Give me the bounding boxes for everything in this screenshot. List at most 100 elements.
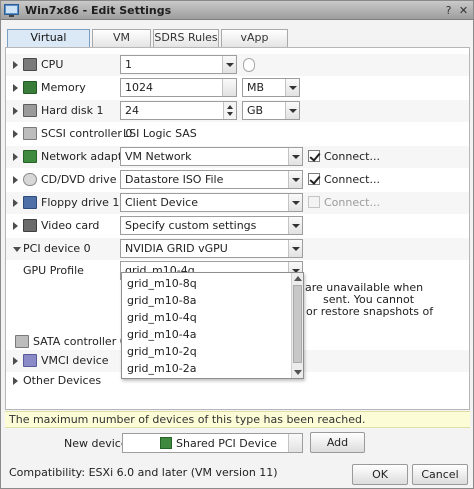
cd-dvd-label: CD/DVD drive 1	[41, 173, 127, 186]
expand-caret-icon[interactable]	[13, 377, 18, 385]
hard-disk-icon	[23, 104, 37, 117]
cd-dvd-connect-label: Connect...	[324, 173, 380, 186]
help-icon[interactable]: ?	[442, 4, 455, 17]
tab-sdrs-rules[interactable]: SDRS Rules	[153, 29, 219, 47]
memory-unit: MB	[247, 81, 265, 94]
new-device-select[interactable]: Shared PCI Device	[122, 433, 303, 453]
gpu-profile-option[interactable]: grid_m10-4q	[123, 309, 291, 326]
hard-disk-value: 24	[125, 104, 139, 117]
expand-caret-icon[interactable]	[13, 130, 18, 138]
cpu-row: CPU 1	[6, 54, 469, 76]
chevron-down-icon[interactable]	[288, 217, 302, 234]
vmci-device-label: VMCI device	[41, 354, 109, 367]
expand-caret-icon[interactable]	[13, 107, 18, 115]
memory-input[interactable]: 1024	[120, 78, 237, 97]
pci-device-select[interactable]: NVIDIA GRID vGPU	[120, 239, 303, 258]
gpu-profile-option[interactable]: grid_m10-2a	[123, 360, 291, 377]
floppy-connect-checkbox[interactable]	[308, 196, 320, 208]
new-device-value: Shared PCI Device	[176, 437, 277, 450]
scsi-controller-row: SCSI controller 0 LSI Logic SAS	[6, 123, 469, 145]
chevron-down-icon[interactable]	[222, 79, 236, 96]
pci-device-row: PCI device 0 NVIDIA GRID vGPU	[6, 238, 469, 260]
compatibility-text: Compatibility: ESXi 6.0 and later (VM ve…	[9, 466, 278, 479]
video-select[interactable]: Specify custom settings	[120, 216, 303, 235]
dropdown-scrollbar[interactable]	[291, 273, 303, 378]
pci-device-label: PCI device 0	[23, 242, 91, 255]
scroll-up-icon[interactable]	[294, 276, 302, 281]
video-value: Specify custom settings	[125, 219, 257, 232]
vmci-device-icon	[23, 354, 37, 367]
cpu-select[interactable]: 1	[120, 55, 237, 74]
cpu-icon	[23, 58, 37, 71]
chevron-down-icon[interactable]	[288, 240, 302, 257]
cd-dvd-row: CD/DVD drive 1 Datastore ISO File Connec…	[6, 169, 469, 191]
hard-disk-label: Hard disk 1	[41, 104, 104, 117]
network-connect-label: Connect...	[324, 150, 380, 163]
gpu-profile-option[interactable]: grid_m10-4a	[123, 326, 291, 343]
video-card-icon	[23, 219, 37, 232]
gpu-profile-option[interactable]: grid_m10-2q	[123, 343, 291, 360]
chevron-down-icon[interactable]	[288, 434, 302, 452]
hard-disk-row: Hard disk 1 24 GB	[6, 100, 469, 122]
sata-controller-icon	[15, 335, 29, 348]
info-icon[interactable]	[243, 58, 255, 72]
expand-caret-icon[interactable]	[13, 84, 18, 92]
gpu-note-line-3: or restore snapshots of	[306, 305, 434, 318]
network-select[interactable]: VM Network	[120, 147, 303, 166]
chevron-down-icon[interactable]	[222, 56, 236, 73]
cd-dvd-select[interactable]: Datastore ISO File	[120, 170, 303, 189]
expand-caret-icon[interactable]	[13, 199, 18, 207]
floppy-connect-label: Connect...	[324, 196, 380, 209]
tab-virtual-hardware[interactable]: Virtual Hardware	[7, 29, 90, 60]
chevron-down-icon[interactable]	[288, 148, 302, 165]
expand-caret-icon[interactable]	[13, 357, 18, 365]
hard-disk-unit-select[interactable]: GB	[242, 101, 300, 120]
gpu-profile-option[interactable]: grid_m10-8q	[123, 275, 291, 292]
gpu-profile-option[interactable]: grid_m10-8a	[123, 292, 291, 309]
close-icon[interactable]: ✕	[457, 4, 470, 17]
floppy-value: Client Device	[125, 196, 198, 209]
floppy-drive-label: Floppy drive 1	[41, 196, 120, 209]
max-devices-message: The maximum number of devices of this ty…	[5, 411, 470, 428]
hard-disk-size-input[interactable]: 24	[120, 101, 237, 120]
expand-caret-icon[interactable]	[13, 153, 18, 161]
chevron-down-icon[interactable]	[285, 102, 299, 119]
network-connect-checkbox[interactable]	[308, 150, 320, 162]
floppy-select[interactable]: Client Device	[120, 193, 303, 212]
scsi-controller-label: SCSI controller 0	[41, 127, 133, 140]
cd-dvd-icon	[23, 173, 37, 186]
hard-disk-unit: GB	[247, 104, 264, 117]
memory-label: Memory	[41, 81, 86, 94]
network-value: VM Network	[125, 150, 192, 163]
chevron-down-icon[interactable]	[285, 79, 299, 96]
cancel-button[interactable]: Cancel	[412, 464, 468, 485]
collapse-caret-icon[interactable]	[13, 247, 21, 252]
floppy-drive-row: Floppy drive 1 Client Device Connect...	[6, 192, 469, 214]
cd-dvd-value: Datastore ISO File	[125, 173, 224, 186]
cpu-value: 1	[125, 58, 132, 71]
scroll-thumb[interactable]	[293, 285, 302, 363]
gpu-profile-dropdown-list[interactable]: grid_m10-8q grid_m10-8a grid_m10-4q grid…	[121, 272, 304, 379]
dialog-title: Win7x86 - Edit Settings	[25, 4, 172, 17]
expand-caret-icon[interactable]	[13, 222, 18, 230]
memory-unit-select[interactable]: MB	[242, 78, 300, 97]
expand-caret-icon[interactable]	[13, 176, 18, 184]
ok-button[interactable]: OK	[352, 464, 408, 485]
video-card-row: Video card Specify custom settings	[6, 215, 469, 237]
vm-icon	[4, 4, 19, 17]
network-adapter-icon	[23, 150, 37, 163]
tab-vm-options[interactable]: VM Options	[92, 29, 151, 60]
scroll-down-icon[interactable]	[294, 370, 302, 375]
cd-dvd-connect-checkbox[interactable]	[308, 173, 320, 185]
chevron-down-icon[interactable]	[288, 171, 302, 188]
expand-caret-icon[interactable]	[13, 61, 18, 69]
title-bar: Win7x86 - Edit Settings ? ✕	[1, 1, 473, 20]
chevron-down-icon[interactable]	[288, 194, 302, 211]
video-card-label: Video card	[41, 219, 100, 232]
edit-settings-dialog: Win7x86 - Edit Settings ? ✕ Virtual Hard…	[0, 0, 474, 489]
add-device-button[interactable]: Add	[310, 432, 365, 453]
scsi-controller-icon	[23, 127, 37, 140]
tab-vapp-options[interactable]: vApp Options	[221, 29, 288, 60]
stepper-icon[interactable]	[223, 102, 236, 119]
floppy-drive-icon	[23, 196, 37, 209]
